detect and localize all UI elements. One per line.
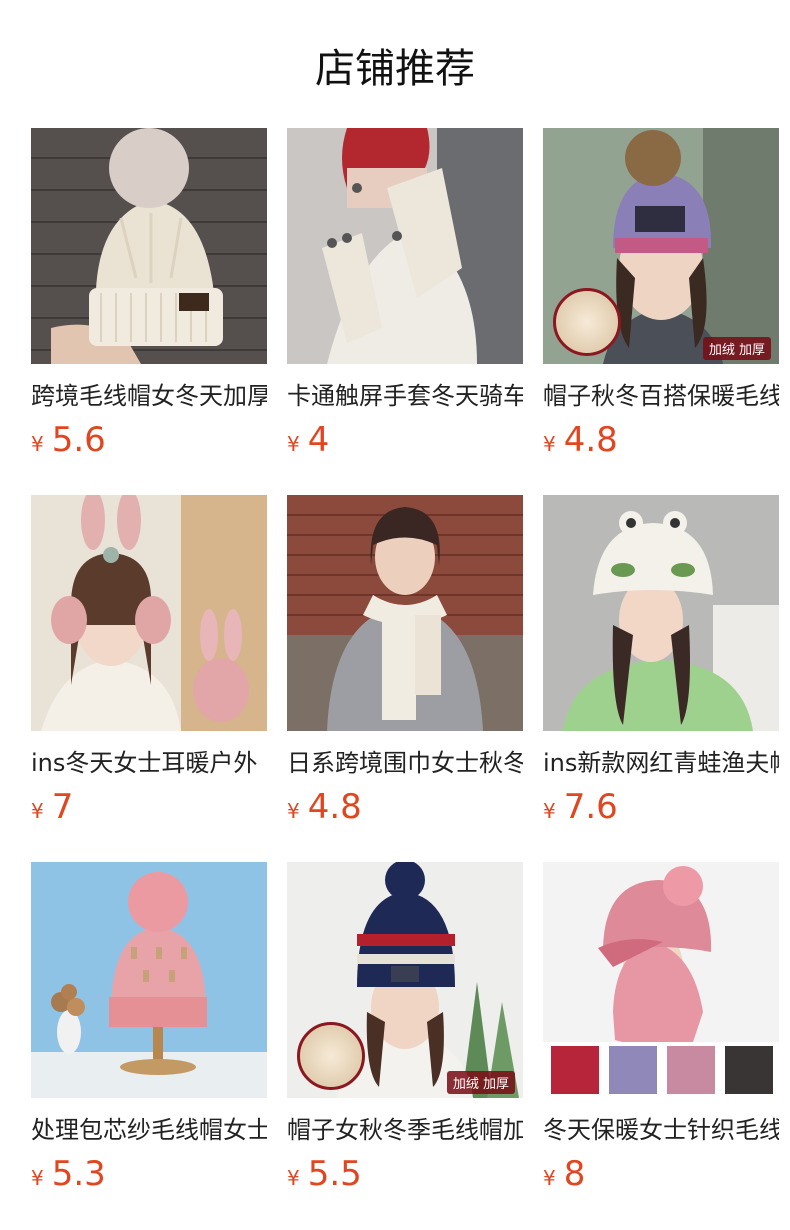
product-price: ¥4.8	[287, 787, 523, 833]
currency-symbol: ¥	[31, 799, 44, 823]
product-price: ¥5.3	[31, 1154, 267, 1200]
currency-symbol: ¥	[543, 432, 556, 456]
feature-badge: 加绒 加厚	[702, 337, 771, 360]
product-image[interactable]	[543, 862, 779, 1098]
product-name[interactable]: 日系跨境围巾女士秋冬	[287, 747, 523, 779]
product-name[interactable]: 帽子女秋冬季毛线帽加绒	[287, 1114, 523, 1146]
currency-symbol: ¥	[31, 1166, 44, 1190]
price-value: 4	[307, 420, 330, 460]
product-price: ¥5.5	[287, 1154, 523, 1200]
product-image[interactable]: 加绒 加厚	[543, 128, 779, 364]
product-name[interactable]: ins新款网红青蛙渔夫帽	[543, 747, 779, 779]
product-name[interactable]: 跨境毛线帽女冬天加厚	[31, 380, 267, 412]
product-card[interactable]: 加绒 加厚 帽子女秋冬季毛线帽加绒 ¥5.5	[287, 862, 523, 1200]
product-price: ¥4	[287, 420, 523, 466]
product-card[interactable]: ins冬天女士耳暖户外 ¥7	[31, 495, 267, 833]
product-image[interactable]	[287, 495, 523, 731]
product-name[interactable]: 处理包芯纱毛线帽女士	[31, 1114, 267, 1146]
product-image[interactable]	[287, 128, 523, 364]
currency-symbol: ¥	[287, 1166, 300, 1190]
product-image[interactable]	[31, 862, 267, 1098]
product-price: ¥5.6	[31, 420, 267, 466]
product-price: ¥7.6	[543, 787, 779, 833]
fleece-detail-inset	[297, 1022, 365, 1090]
page-title: 店铺推荐	[315, 46, 475, 92]
price-value: 8	[563, 1154, 586, 1194]
product-card[interactable]: 日系跨境围巾女士秋冬 ¥4.8	[287, 495, 523, 833]
product-card[interactable]: 卡通触屏手套冬天骑车 ¥4	[287, 128, 523, 466]
price-value: 7.6	[563, 787, 618, 827]
product-name[interactable]: 卡通触屏手套冬天骑车	[287, 380, 523, 412]
price-value: 4.8	[563, 420, 618, 460]
price-value: 5.3	[51, 1154, 106, 1194]
product-card[interactable]: ins新款网红青蛙渔夫帽 ¥7.6	[543, 495, 779, 833]
product-name[interactable]: ins冬天女士耳暖户外	[31, 747, 267, 779]
product-image[interactable]	[543, 495, 779, 731]
price-value: 4.8	[307, 787, 362, 827]
product-price: ¥8	[543, 1154, 779, 1200]
currency-symbol: ¥	[287, 432, 300, 456]
product-image[interactable]	[31, 128, 267, 364]
product-name[interactable]: 帽子秋冬百搭保暖毛线帽	[543, 380, 779, 412]
price-value: 5.5	[307, 1154, 362, 1194]
product-card[interactable]: 加绒 加厚 帽子秋冬百搭保暖毛线帽 ¥4.8	[543, 128, 779, 466]
product-price: ¥4.8	[543, 420, 779, 466]
product-card[interactable]: 跨境毛线帽女冬天加厚 ¥5.6	[31, 128, 267, 466]
feature-badge: 加绒 加厚	[446, 1071, 515, 1094]
currency-symbol: ¥	[543, 799, 556, 823]
product-card[interactable]: 冬天保暖女士针织毛线帽 ¥8	[543, 862, 779, 1200]
product-price: ¥7	[31, 787, 267, 833]
product-image[interactable]	[31, 495, 267, 731]
product-name[interactable]: 冬天保暖女士针织毛线帽	[543, 1114, 779, 1146]
price-value: 5.6	[51, 420, 106, 460]
product-image[interactable]: 加绒 加厚	[287, 862, 523, 1098]
product-card[interactable]: 处理包芯纱毛线帽女士 ¥5.3	[31, 862, 267, 1200]
price-value: 7	[51, 787, 74, 827]
currency-symbol: ¥	[31, 432, 44, 456]
currency-symbol: ¥	[543, 1166, 556, 1190]
fleece-detail-inset	[553, 288, 621, 356]
currency-symbol: ¥	[287, 799, 300, 823]
